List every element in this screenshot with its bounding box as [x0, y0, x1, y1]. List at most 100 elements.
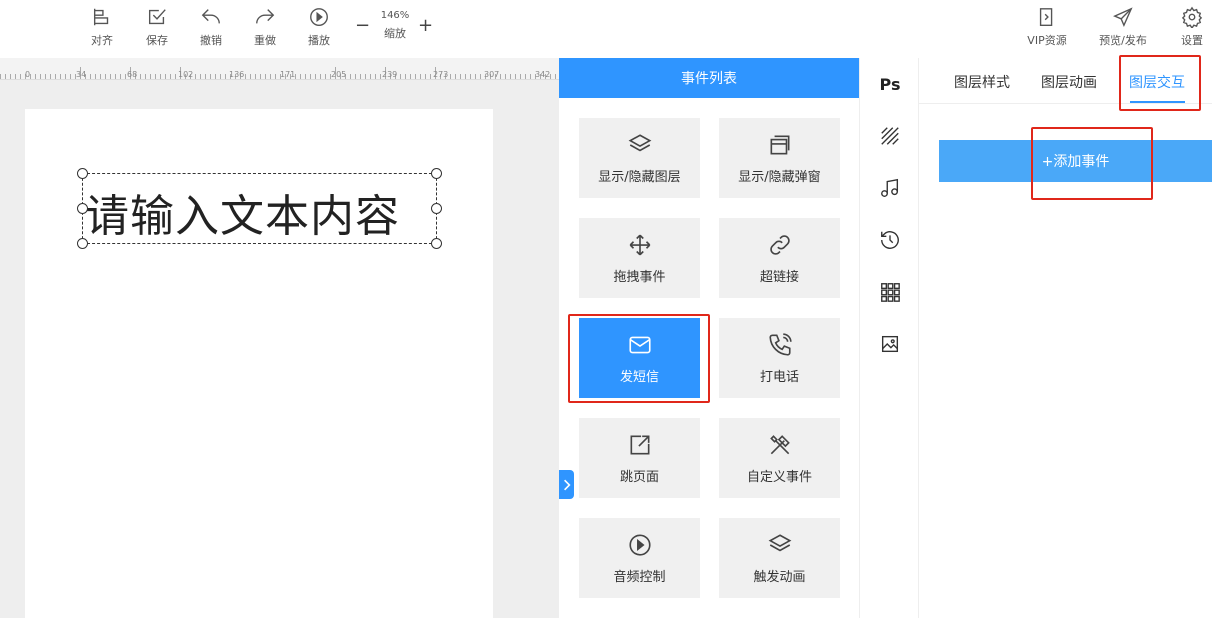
image-tool-button[interactable]: [878, 332, 902, 356]
event-card-audio-control[interactable]: 音频控制: [579, 518, 700, 598]
event-card-label: 自定义事件: [746, 469, 812, 485]
play-button[interactable]: 播放: [299, 6, 339, 52]
preview-publish-button[interactable]: 预览/发布: [1097, 6, 1149, 52]
ps-icon: Ps: [879, 74, 901, 94]
ruler-tick: [370, 74, 371, 79]
horizontal-ruler: 0 34 68 102 136 171 205 239 273 307 342: [0, 58, 559, 80]
ruler-tick: [225, 74, 226, 79]
ruler-label: 0: [25, 70, 31, 79]
resize-handle-top-right[interactable]: [431, 168, 442, 179]
ruler-tick: [150, 74, 151, 79]
zoom-out-button[interactable]: −: [355, 16, 370, 36]
ruler-tick: [320, 74, 321, 79]
ruler-tick: [460, 74, 461, 79]
ruler-tick: [410, 74, 411, 79]
ruler-tick: [95, 74, 96, 79]
event-card-send-sms[interactable]: 发短信: [579, 318, 700, 398]
ruler-tick: [420, 74, 421, 79]
history-tool-button[interactable]: [878, 228, 902, 252]
play-circle-icon: [628, 533, 651, 556]
ruler-tick: [0, 74, 1, 79]
ruler-tick: [115, 74, 116, 79]
music-icon: [881, 178, 899, 197]
ruler-tick: [5, 74, 6, 79]
vip-door-icon: [1039, 8, 1053, 26]
event-card-label: 显示/隐藏图层: [598, 169, 681, 185]
ruler-tick: [90, 74, 91, 79]
music-tool-button[interactable]: [878, 176, 902, 200]
ruler-tick: [145, 74, 146, 79]
event-card-label: 超链接: [759, 269, 799, 285]
ruler-tick: [465, 74, 466, 79]
text-layer[interactable]: 请输入文本内容: [82, 173, 437, 244]
zoom-in-button[interactable]: +: [418, 16, 433, 36]
ruler-tick: [380, 74, 381, 79]
save-check-icon: [148, 9, 166, 25]
ruler-tick: [45, 74, 46, 79]
undo-icon: [201, 9, 220, 24]
event-card-toggle-popup[interactable]: 显示/隐藏弹窗: [719, 118, 840, 198]
event-card-label: 打电话: [759, 369, 799, 385]
tab-layer-interaction[interactable]: 图层交互: [1129, 72, 1185, 92]
event-card-phone-call[interactable]: 打电话: [719, 318, 840, 398]
event-card-jump-page[interactable]: 跳页面: [579, 418, 700, 498]
grid-tool-button[interactable]: [878, 280, 902, 304]
event-card-drag[interactable]: 拖拽事件: [579, 218, 700, 298]
event-card-hyperlink[interactable]: 超链接: [719, 218, 840, 298]
event-card-label: 拖拽事件: [613, 269, 666, 285]
panel-collapse-tab[interactable]: [559, 470, 574, 499]
gear-icon: [1181, 6, 1203, 28]
resize-handle-top-left[interactable]: [77, 168, 88, 179]
ps-tool-button[interactable]: Ps: [878, 72, 902, 96]
ruler-label: 136: [229, 70, 245, 79]
save-button[interactable]: 保存: [137, 6, 177, 52]
ruler-label: 342: [535, 70, 551, 79]
tab-layer-style[interactable]: 图层样式: [954, 72, 1010, 92]
event-card-label: 触发动画: [753, 569, 806, 585]
resize-handle-bottom-left[interactable]: [77, 238, 88, 249]
ruler-tick: [35, 74, 36, 79]
resize-handle-left[interactable]: [77, 203, 88, 214]
event-card-trigger-animation[interactable]: 触发动画: [719, 518, 840, 598]
event-card-label: 跳页面: [619, 469, 659, 485]
ruler-tick: [355, 74, 356, 79]
image-icon: [881, 335, 899, 353]
resize-handle-right[interactable]: [431, 203, 442, 214]
ruler-tick: [480, 74, 481, 79]
texture-icon: [881, 127, 899, 145]
settings-button[interactable]: 设置: [1172, 6, 1212, 52]
ruler-label: 239: [382, 70, 398, 79]
add-event-button[interactable]: +添加事件: [939, 140, 1212, 182]
move-icon: [629, 234, 650, 255]
undo-button[interactable]: 撤销: [191, 6, 231, 52]
save-label: 保存: [146, 34, 168, 47]
ruler-tick: [275, 74, 276, 79]
text-layer-content[interactable]: 请输入文本内容: [85, 180, 400, 244]
ruler-tick: [210, 74, 211, 79]
redo-button[interactable]: 重做: [245, 6, 285, 52]
resize-handle-bottom-right[interactable]: [431, 238, 442, 249]
align-button[interactable]: 对齐: [82, 6, 122, 52]
ruler-tick: [360, 74, 361, 79]
layers-icon: [628, 133, 651, 151]
zoom-label: 缩放: [384, 27, 406, 40]
event-card-toggle-layer[interactable]: 显示/隐藏图层: [579, 118, 700, 198]
ruler-tick: [175, 74, 176, 79]
ruler-tick: [10, 74, 11, 79]
ruler-tick: [520, 74, 521, 79]
layer-tabs: 图层样式 图层动画 图层交互: [919, 58, 1212, 104]
texture-tool-button[interactable]: [878, 124, 902, 148]
ruler-tick: [205, 74, 206, 79]
active-tab-indicator: [1130, 101, 1185, 103]
ruler-tick: [15, 74, 16, 79]
ruler-label: 307: [484, 70, 500, 79]
ruler-tick: [160, 74, 161, 79]
ruler-tick: [20, 74, 21, 79]
ruler-tick: [250, 74, 251, 79]
event-card-custom-event[interactable]: 自定义事件: [719, 418, 840, 498]
tab-layer-animation[interactable]: 图层动画: [1041, 72, 1097, 92]
vip-resources-button[interactable]: VIP资源: [1026, 6, 1068, 52]
ruler-tick: [110, 74, 111, 79]
ruler-tick: [245, 74, 246, 79]
ruler-label: 205: [331, 70, 347, 79]
